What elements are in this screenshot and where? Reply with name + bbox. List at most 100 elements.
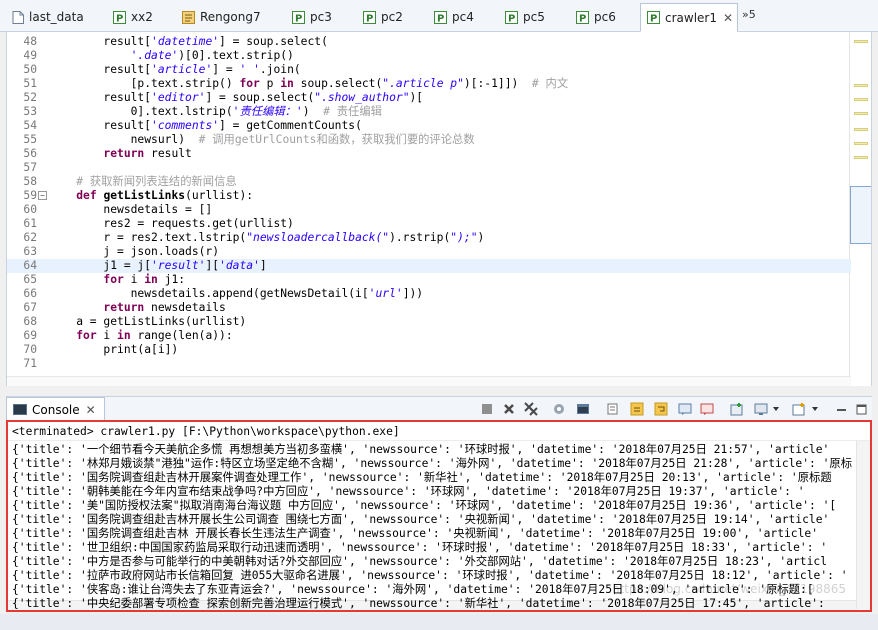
console-output-line: {'title': '中方是否参与可能举行的中美朝韩对话?外交部回应', 'ne… (12, 555, 828, 568)
word-wrap-icon (654, 402, 668, 416)
line-number: 66 (23, 287, 37, 300)
code-line[interactable]: 71 (7, 357, 851, 371)
console-output[interactable]: <terminated> crawler1.py [F:\Python\work… (6, 420, 872, 612)
open-console-button[interactable] (730, 402, 744, 416)
tab-label: pc2 (381, 10, 403, 24)
code-line[interactable]: 68 a = getListLinks(urllist) (7, 315, 851, 329)
line-number: 60 (23, 203, 37, 216)
remove-all-terminated-button[interactable] (524, 402, 538, 416)
editor-overview-ruler[interactable] (849, 32, 871, 386)
code-line[interactable]: 56 return result (7, 147, 851, 161)
code-editor[interactable]: 48 result['datetime'] = soup.select(49 '… (6, 32, 872, 386)
code-line[interactable]: 70 print(a[i]) (7, 343, 851, 357)
maximize-button[interactable] (854, 402, 868, 416)
minimize-button[interactable] (834, 402, 848, 416)
tab-last_data[interactable]: last_data (5, 4, 99, 30)
tab-pc6[interactable]: Ppc6 (570, 4, 640, 30)
line-number: 68 (23, 315, 37, 328)
code-line[interactable]: 58 # 获取新闻列表连结的新闻信息 (7, 175, 851, 189)
line-number: 53 (23, 105, 37, 118)
close-icon[interactable]: ✕ (723, 11, 733, 25)
occurrence-marker[interactable] (854, 98, 868, 101)
new-console-view-button[interactable] (792, 402, 806, 416)
maximize-icon (856, 404, 867, 415)
tab-pc4[interactable]: Ppc4 (428, 4, 498, 30)
python-module-icon: P (363, 10, 376, 24)
tab-xx2[interactable]: Pxx2 (107, 4, 175, 30)
svg-text:P: P (437, 13, 444, 24)
code-line[interactable]: 49 '.date')[0].text.strip() (7, 49, 851, 63)
tab-pc2[interactable]: Ppc2 (357, 4, 427, 30)
terminated-status: <terminated> crawler1.py [F:\Python\work… (12, 425, 400, 438)
tab-overflow-button[interactable]: »5 (742, 8, 756, 21)
remove-all-icon (524, 402, 538, 416)
new-view-icon (792, 403, 805, 416)
scroll-lock-button[interactable] (630, 402, 644, 416)
occurrence-marker[interactable] (854, 112, 868, 115)
editor-scroll-thumb[interactable] (850, 186, 871, 244)
stop-icon (482, 404, 492, 414)
code-line[interactable]: 48 result['datetime'] = soup.select( (7, 35, 851, 49)
code-line[interactable]: 51 [p.text.strip() for p in soup.select(… (7, 77, 851, 91)
occurrence-marker[interactable] (854, 128, 868, 131)
code-text: res2 = requests.get(urllist) (49, 217, 294, 230)
code-text: result['comments'] = getCommentCounts( (49, 119, 362, 132)
console-tab-label: Console (32, 402, 80, 417)
code-line[interactable]: 61 res2 = requests.get(urllist) (7, 217, 851, 231)
occurrence-marker[interactable] (854, 84, 868, 87)
file-icon (11, 10, 24, 24)
show-on-stdout-button[interactable] (678, 402, 692, 416)
occurrence-marker[interactable] (854, 156, 868, 159)
tab-crawler1[interactable]: Pcrawler1 ✕ (640, 3, 738, 32)
word-wrap-button[interactable] (654, 402, 668, 416)
code-line[interactable]: 57 (7, 161, 851, 175)
tab-label: last_data (29, 10, 84, 24)
display-console-dropdown[interactable] (769, 402, 783, 416)
new-console-dropdown[interactable] (808, 402, 822, 416)
code-line[interactable]: 65 for i in j1: (7, 273, 851, 287)
code-line[interactable]: 59− def getListLinks(urllist): (7, 189, 851, 203)
debug-button[interactable] (552, 402, 566, 416)
occurrence-marker[interactable] (854, 142, 868, 145)
clear-console-button[interactable] (606, 402, 620, 416)
code-line[interactable]: 69 for i in range(len(a)): (7, 329, 851, 343)
occurrence-marker[interactable] (854, 40, 868, 43)
terminate-button[interactable] (480, 402, 494, 416)
scroll-lock-icon (630, 402, 644, 416)
tab-pc3[interactable]: Ppc3 (286, 4, 356, 30)
python-module-icon: P (505, 10, 518, 24)
code-line[interactable]: 62 r = res2.text.lstrip("newsloadercallb… (7, 231, 851, 245)
tab-rengong7[interactable]: Rengong7 (176, 4, 282, 30)
code-line[interactable]: 60 newsdetails = [] (7, 203, 851, 217)
code-line[interactable]: 63 j = json.loads(r) (7, 245, 851, 259)
code-line[interactable]: 50 result['article'] = ' '.join( (7, 63, 851, 77)
tab-label: Rengong7 (200, 10, 261, 24)
code-line[interactable]: 54 result['comments'] = getCommentCounts… (7, 119, 851, 133)
console-output-line: {'title': '林郑月娥谈禁"港独"运作:特区立场坚定绝不含糊', 'ne… (12, 457, 853, 470)
show-on-stderr-button[interactable] (700, 402, 714, 416)
code-line[interactable]: 55 newsurl) # 调用getUrlCounts和函数，获取我们要的评论… (7, 133, 851, 147)
code-text: for i in j1: (103, 273, 186, 286)
code-line[interactable]: 52 result['editor'] = soup.select(".show… (7, 91, 851, 105)
console-output-line: {'title': '国务院调查组赴吉林 开展长春长生违法生产调查', 'new… (12, 527, 819, 540)
console-vertical-scrollbar[interactable] (856, 441, 870, 609)
remove-launch-button[interactable] (502, 402, 516, 416)
editor-horizontal-scrollbar[interactable] (7, 376, 851, 386)
code-line[interactable]: 67 return newsdetails (7, 301, 851, 315)
tab-pc5[interactable]: Ppc5 (499, 4, 569, 30)
code-line[interactable]: 64 j1 = j['result']['data'] (7, 259, 851, 273)
console-view-bar: Console ✕ (6, 396, 872, 421)
console-output-line: {'title': '美"国防授权法案"拟取消南海台海议题 中方回应', 'ne… (12, 499, 837, 512)
close-icon[interactable]: ✕ (86, 403, 96, 417)
line-number: 57 (23, 161, 37, 174)
console-window-icon (577, 404, 589, 414)
code-line[interactable]: 53 0].text.lstrip('责任编辑：') # 责任编辑 (7, 105, 851, 119)
stdout-icon (678, 403, 692, 415)
console-output-line: {'title': '国务院调查组赴吉林开展长生公司调查 围绕七方面', 'ne… (12, 513, 830, 526)
console-tab[interactable]: Console ✕ (6, 397, 105, 421)
pin-console-button[interactable] (576, 402, 590, 416)
fold-toggle-icon[interactable]: − (38, 191, 47, 200)
display-selected-console-button[interactable] (754, 402, 768, 416)
code-line[interactable]: 66 newsdetails.append(getNewsDetail(i['u… (7, 287, 851, 301)
code-text: a = getListLinks(urllist) (49, 315, 247, 328)
